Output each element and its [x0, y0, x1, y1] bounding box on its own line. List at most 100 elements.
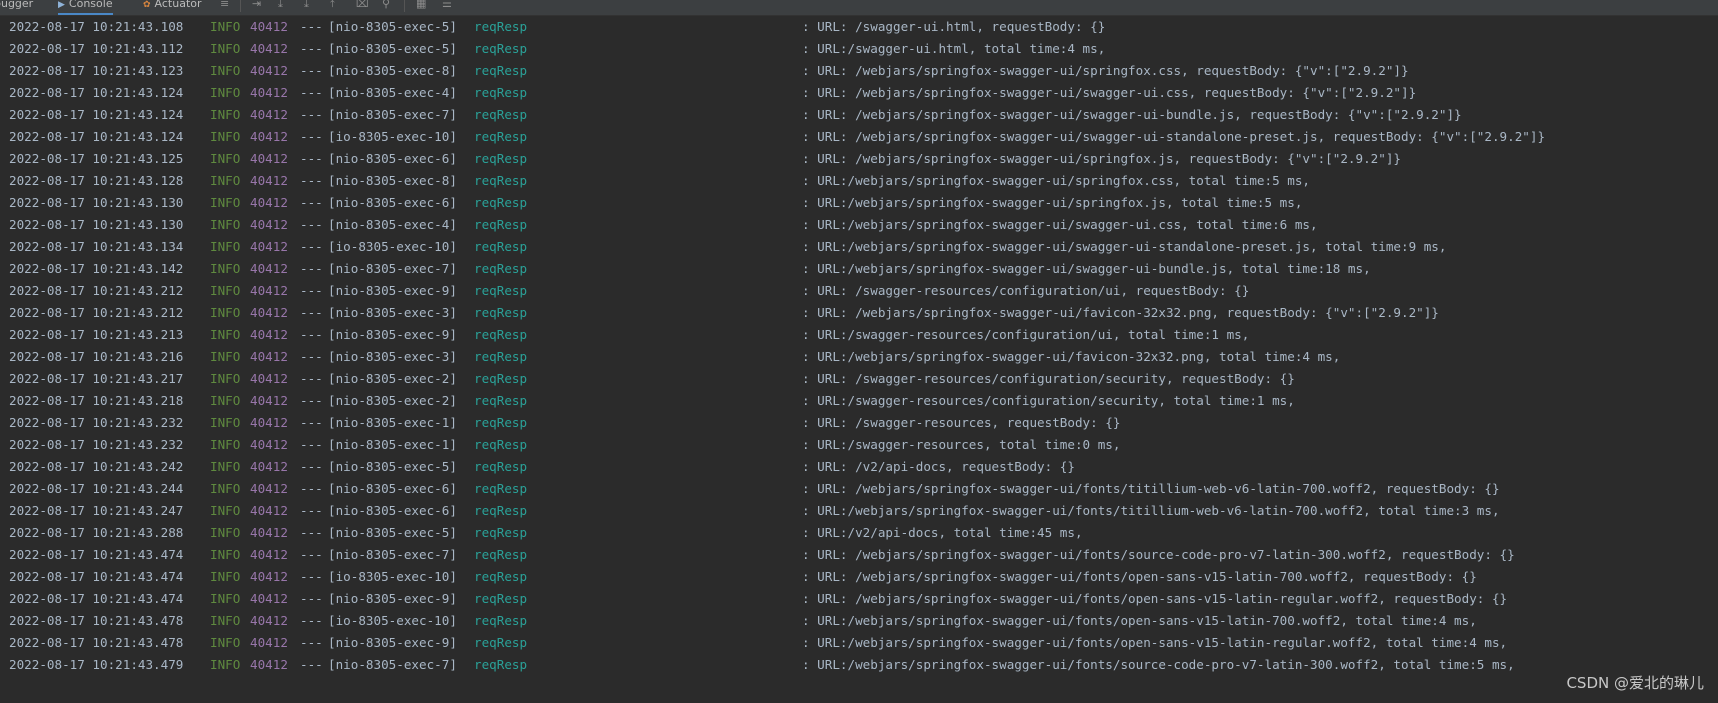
tab-console[interactable]: ▶ Console [58, 0, 113, 15]
log-logger: reqResp [474, 41, 528, 56]
log-thread: [nio-8305-exec-5] [328, 19, 457, 34]
log-message: : URL:/swagger-resources, total time:0 m… [802, 437, 1121, 452]
log-line: 2022-08-17 10:21:43.112 INFO 40412 --- [nio-… [0, 38, 1718, 60]
log-message: : URL: /webjars/springfox-swagger-ui/fon… [802, 569, 1477, 584]
log-line: 2022-08-17 10:21:43.130 INFO 40412 --- [nio-… [0, 214, 1718, 236]
log-line: 2022-08-17 10:21:43.142 INFO 40412 --- [nio-… [0, 258, 1718, 280]
clear-icon[interactable]: ⌧ [356, 0, 369, 10]
log-separator: --- [300, 591, 323, 606]
log-pid: 40412 [250, 613, 288, 628]
settings-icon[interactable]: ☰ [442, 0, 452, 10]
download-alt-icon[interactable]: ⤓ [304, 0, 309, 11]
log-separator: --- [300, 173, 323, 188]
log-level: INFO [210, 63, 241, 78]
log-level: INFO [210, 371, 241, 386]
log-logger: reqResp [474, 305, 528, 320]
log-thread: [nio-8305-exec-1] [328, 437, 457, 452]
log-level: INFO [210, 349, 241, 364]
log-timestamp: 2022-08-17 10:21:43.134 [9, 239, 184, 254]
log-thread: [nio-8305-exec-6] [328, 195, 457, 210]
log-timestamp: 2022-08-17 10:21:43.124 [9, 85, 184, 100]
log-message: : URL:/swagger-ui.html, total time:4 ms, [802, 41, 1106, 56]
log-timestamp: 2022-08-17 10:21:43.124 [9, 107, 184, 122]
toolbar-separator [240, 0, 241, 12]
log-level: INFO [210, 239, 241, 254]
log-pid: 40412 [250, 63, 288, 78]
upload-icon[interactable]: ⤒ [330, 0, 335, 11]
log-message: : URL:/webjars/springfox-swagger-ui/swag… [802, 261, 1371, 276]
log-line: 2022-08-17 10:21:43.218 INFO 40412 --- [nio-… [0, 390, 1718, 412]
log-level: INFO [210, 657, 241, 672]
log-separator: --- [300, 393, 323, 408]
log-pid: 40412 [250, 393, 288, 408]
tab-debugger[interactable]: bugger [0, 0, 33, 15]
log-logger: reqResp [474, 635, 528, 650]
log-pid: 40412 [250, 503, 288, 518]
log-level: INFO [210, 283, 241, 298]
log-pid: 40412 [250, 129, 288, 144]
log-timestamp: 2022-08-17 10:21:43.213 [9, 327, 184, 342]
log-timestamp: 2022-08-17 10:21:43.108 [9, 19, 184, 34]
tab-actuator[interactable]: ✿ Actuator [143, 0, 202, 15]
log-thread: [nio-8305-exec-4] [328, 217, 457, 232]
log-timestamp: 2022-08-17 10:21:43.242 [9, 459, 184, 474]
log-line: 2022-08-17 10:21:43.124 INFO 40412 --- [nio-… [0, 82, 1718, 104]
log-separator: --- [300, 19, 323, 34]
log-line: 2022-08-17 10:21:43.212 INFO 40412 --- [nio-… [0, 302, 1718, 324]
log-pid: 40412 [250, 459, 288, 474]
watermark: CSDN @爱北的琳儿 [1566, 674, 1704, 692]
log-line: 2022-08-17 10:21:43.242 INFO 40412 --- [nio-… [0, 456, 1718, 478]
log-level: INFO [210, 503, 241, 518]
filter-icon[interactable]: ⚲ [382, 0, 390, 10]
log-message: : URL: /webjars/springfox-swagger-ui/spr… [802, 63, 1409, 78]
console-output[interactable]: 2022-08-17 10:21:43.108 INFO 40412 --- [nio-… [0, 16, 1718, 703]
log-level: INFO [210, 569, 241, 584]
log-pid: 40412 [250, 569, 288, 584]
log-timestamp: 2022-08-17 10:21:43.125 [9, 151, 184, 166]
log-line: 2022-08-17 10:21:43.478 INFO 40412 --- [nio-… [0, 632, 1718, 654]
log-logger: reqResp [474, 63, 528, 78]
log-line: 2022-08-17 10:21:43.134 INFO 40412 --- [io-8… [0, 236, 1718, 258]
download-icon[interactable]: ⤓ [278, 0, 283, 11]
log-separator: --- [300, 261, 323, 276]
log-line: 2022-08-17 10:21:43.474 INFO 40412 --- [nio-… [0, 588, 1718, 610]
log-level: INFO [210, 85, 241, 100]
scroll-to-end-icon[interactable]: ⇥ [252, 0, 261, 10]
log-separator: --- [300, 525, 323, 540]
log-line: 2022-08-17 10:21:43.123 INFO 40412 --- [nio-… [0, 60, 1718, 82]
menu-icon[interactable]: ≡ [220, 0, 229, 10]
log-separator: --- [300, 239, 323, 254]
log-pid: 40412 [250, 481, 288, 496]
table-icon[interactable]: ▦ [416, 0, 426, 10]
log-message: : URL: /webjars/springfox-swagger-ui/fav… [802, 305, 1439, 320]
log-message: : URL: /webjars/springfox-swagger-ui/spr… [802, 151, 1401, 166]
log-separator: --- [300, 437, 323, 452]
log-pid: 40412 [250, 41, 288, 56]
log-timestamp: 2022-08-17 10:21:43.128 [9, 173, 184, 188]
log-message: : URL: /swagger-ui.html, requestBody: {} [802, 19, 1106, 34]
log-logger: reqResp [474, 657, 528, 672]
log-pid: 40412 [250, 107, 288, 122]
log-message: : URL:/swagger-resources/configuration/s… [802, 393, 1295, 408]
log-thread: [nio-8305-exec-2] [328, 371, 457, 386]
log-timestamp: 2022-08-17 10:21:43.479 [9, 657, 184, 672]
log-message: : URL: /webjars/springfox-swagger-ui/fon… [802, 591, 1508, 606]
log-message: : URL: /swagger-resources/configuration/… [802, 283, 1250, 298]
log-line: 2022-08-17 10:21:43.130 INFO 40412 --- [nio-… [0, 192, 1718, 214]
log-thread: [nio-8305-exec-7] [328, 547, 457, 562]
log-thread: [nio-8305-exec-9] [328, 327, 457, 342]
log-logger: reqResp [474, 239, 528, 254]
log-pid: 40412 [250, 591, 288, 606]
toolbar-separator [404, 0, 405, 12]
log-level: INFO [210, 261, 241, 276]
log-pid: 40412 [250, 283, 288, 298]
log-logger: reqResp [474, 481, 528, 496]
tool-window-tabbar: bugger ▶Console ✿Actuator ≡ ⇥ ⤓ ⤓ ⤒ ⌧ ⚲ … [0, 0, 1718, 16]
log-level: INFO [210, 41, 241, 56]
tab-console-label: Console [68, 0, 113, 10]
log-timestamp: 2022-08-17 10:21:43.112 [9, 41, 184, 56]
log-timestamp: 2022-08-17 10:21:43.474 [9, 547, 184, 562]
log-message: : URL: /v2/api-docs, requestBody: {} [802, 459, 1075, 474]
log-level: INFO [210, 481, 241, 496]
log-separator: --- [300, 327, 323, 342]
